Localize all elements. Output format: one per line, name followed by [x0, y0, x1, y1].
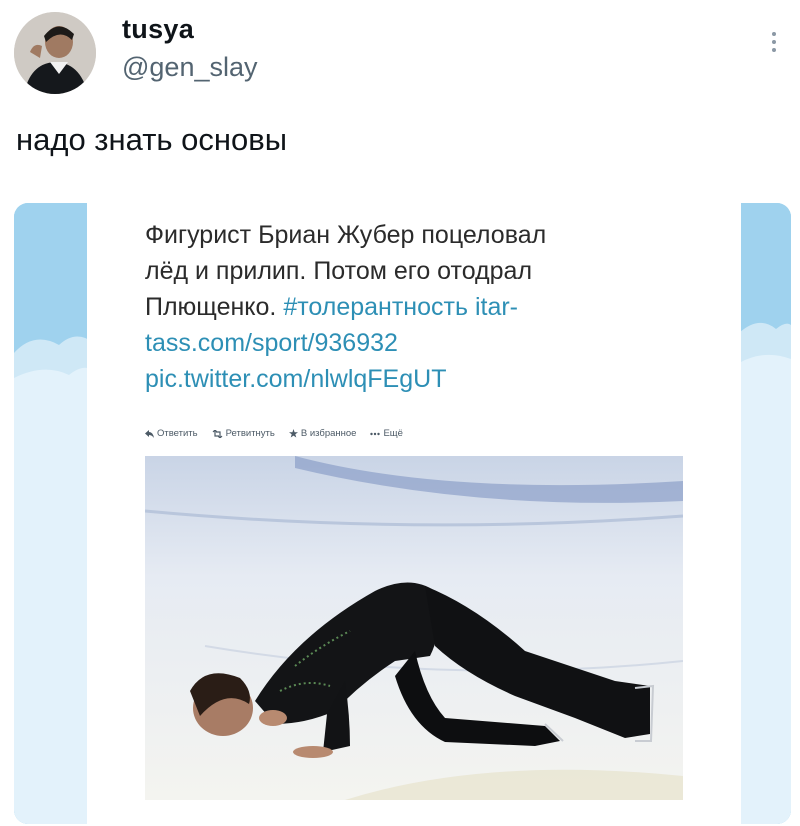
more-actions-label: Ещё — [383, 428, 403, 439]
reply-arrow-icon — [145, 429, 154, 438]
avatar-image — [14, 12, 96, 94]
tweet-media[interactable]: Фигурист Бриан Жубер поцеловал лёд и при… — [14, 203, 791, 824]
avatar[interactable] — [14, 12, 96, 94]
skater-kissing-ice-image — [145, 456, 683, 800]
quoted-line-1: Фигурист Бриан Жубер поцеловал — [145, 221, 547, 249]
star-icon — [288, 429, 298, 438]
quoted-line-3-text: Плющенко. — [145, 293, 284, 321]
quoted-tweet-text: Фигурист Бриан Жубер поцеловал лёд и при… — [145, 217, 725, 397]
more-options-button[interactable] — [762, 28, 786, 58]
vertical-dots-icon — [772, 32, 776, 52]
figure-skater-photo[interactable] — [145, 456, 683, 800]
quoted-line-3: Плющенко. #толерантность itar- — [145, 289, 725, 325]
retweet-label: Ретвитнуть — [225, 428, 275, 439]
quoted-line-2: лёд и прилип. Потом его отодрал — [145, 257, 533, 285]
favorite-label: В избранное — [300, 428, 357, 439]
author-display-name[interactable]: tusya — [122, 14, 194, 45]
retweet-icon — [212, 429, 223, 438]
quoted-tweet-card: Фигурист Бриан Жубер поцеловал лёд и при… — [87, 203, 741, 824]
reply-action[interactable]: Ответить — [145, 428, 198, 439]
reply-label: Ответить — [157, 428, 198, 439]
itar-link-start[interactable]: itar- — [468, 293, 518, 321]
author-handle[interactable]: @gen_slay — [122, 52, 258, 83]
pic-twitter-link[interactable]: pic.twitter.com/nlwlqFEgUT — [145, 361, 725, 397]
quoted-tweet-actions: Ответить Ретвитнуть В избранное Ещё — [145, 428, 403, 439]
hashtag-link[interactable]: #толерантность — [283, 293, 468, 321]
favorite-action[interactable]: В избранное — [288, 428, 357, 439]
retweet-action[interactable]: Ретвитнуть — [212, 428, 275, 439]
tass-link[interactable]: tass.com/sport/936932 — [145, 325, 725, 361]
tweet-text: надо знать основы — [16, 122, 288, 157]
more-actions[interactable]: Ещё — [370, 428, 403, 439]
ellipsis-icon — [370, 432, 381, 435]
